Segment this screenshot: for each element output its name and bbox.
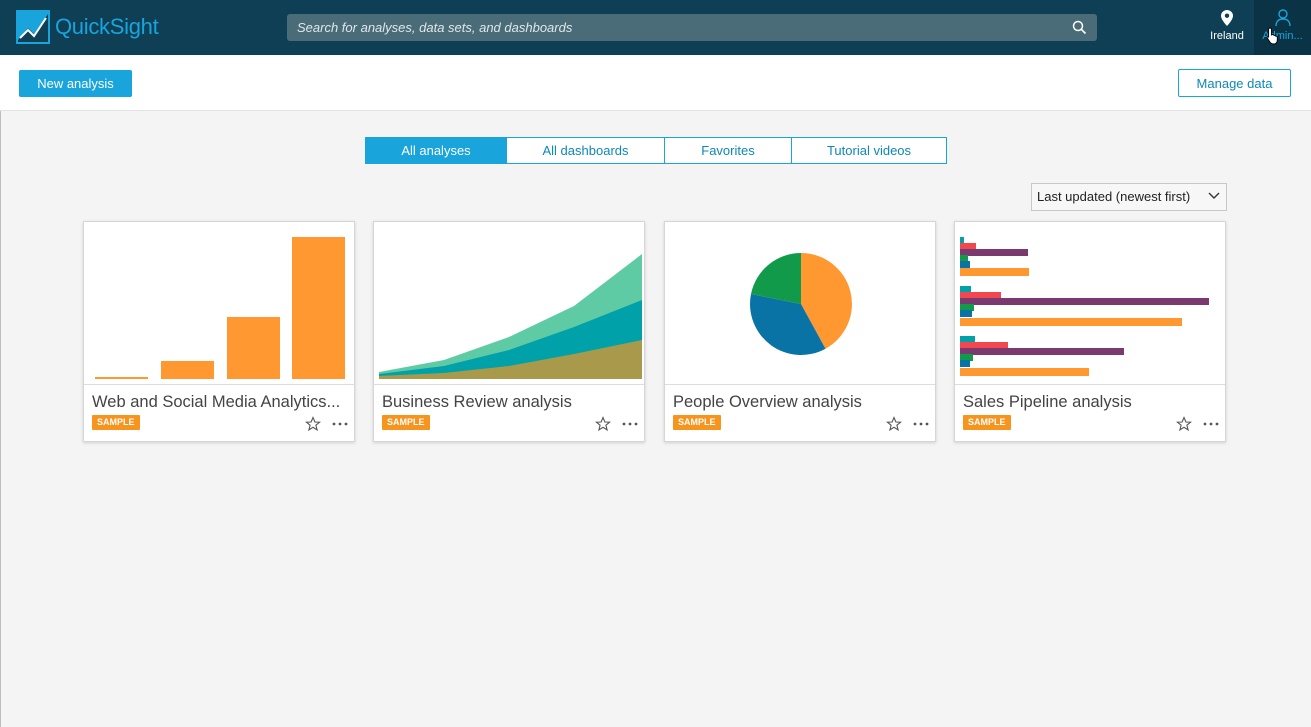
pie-chart-thumbnail <box>750 253 852 355</box>
region-selector[interactable]: Ireland <box>1205 10 1249 50</box>
analysis-card[interactable]: People Overview analysis SAMPLE <box>664 221 936 442</box>
more-icon[interactable] <box>912 419 930 429</box>
card-divider <box>665 384 935 385</box>
search-input[interactable] <box>287 14 1067 41</box>
location-pin-icon <box>1221 10 1233 26</box>
star-icon[interactable] <box>595 416 611 432</box>
star-icon[interactable] <box>1176 416 1192 432</box>
analysis-tabs: All analyses All dashboards Favorites Tu… <box>365 137 947 164</box>
card-title[interactable]: Business Review analysis <box>382 393 638 412</box>
tab-all-dashboards[interactable]: All dashboards <box>507 138 665 163</box>
more-icon[interactable] <box>1202 419 1220 429</box>
star-icon[interactable] <box>305 416 321 432</box>
sample-badge: SAMPLE <box>673 415 721 430</box>
search-icon[interactable] <box>1072 20 1087 35</box>
tab-tutorial-videos[interactable]: Tutorial videos <box>792 138 946 163</box>
more-icon[interactable] <box>621 419 639 429</box>
card-title[interactable]: Web and Social Media Analytics... <box>92 393 348 412</box>
sort-selected-value: Last updated (newest first) <box>1037 189 1191 204</box>
analysis-card[interactable]: Web and Social Media Analytics... SAMPLE <box>83 221 355 442</box>
more-icon[interactable] <box>331 419 349 429</box>
tab-all-analyses[interactable]: All analyses <box>366 138 507 163</box>
quicksight-logo-icon[interactable] <box>16 10 50 44</box>
user-icon <box>1274 9 1291 27</box>
bar-chart-thumbnail <box>95 237 345 379</box>
brand-name[interactable]: QuickSight <box>55 14 159 40</box>
horizontal-bar-chart-thumbnail <box>960 237 1209 376</box>
chevron-down-icon <box>1208 192 1220 199</box>
top-navigation-bar: QuickSight Ireland Admin... <box>0 0 1311 55</box>
action-toolbar: New analysis Manage data <box>0 55 1311 111</box>
user-menu[interactable]: Admin... <box>1254 0 1311 55</box>
area-chart-thumbnail <box>379 254 642 379</box>
new-analysis-button[interactable]: New analysis <box>19 70 132 97</box>
sample-badge: SAMPLE <box>382 415 430 430</box>
analysis-card[interactable]: Sales Pipeline analysis SAMPLE <box>954 221 1226 442</box>
search-bar[interactable] <box>287 14 1097 41</box>
card-title[interactable]: Sales Pipeline analysis <box>963 393 1219 412</box>
pointer-cursor-icon <box>1266 27 1278 45</box>
card-divider <box>84 384 354 385</box>
star-icon[interactable] <box>886 416 902 432</box>
card-title[interactable]: People Overview analysis <box>673 393 929 412</box>
analysis-card[interactable]: Business Review analysis SAMPLE <box>373 221 645 442</box>
card-divider <box>955 384 1225 385</box>
user-label: Admin... <box>1262 30 1303 42</box>
manage-data-button[interactable]: Manage data <box>1178 69 1291 97</box>
sample-badge: SAMPLE <box>963 415 1011 430</box>
tab-favorites[interactable]: Favorites <box>665 138 792 163</box>
region-label: Ireland <box>1210 30 1244 42</box>
card-divider <box>374 384 644 385</box>
sample-badge: SAMPLE <box>92 415 140 430</box>
sort-dropdown[interactable]: Last updated (newest first) <box>1031 183 1227 211</box>
